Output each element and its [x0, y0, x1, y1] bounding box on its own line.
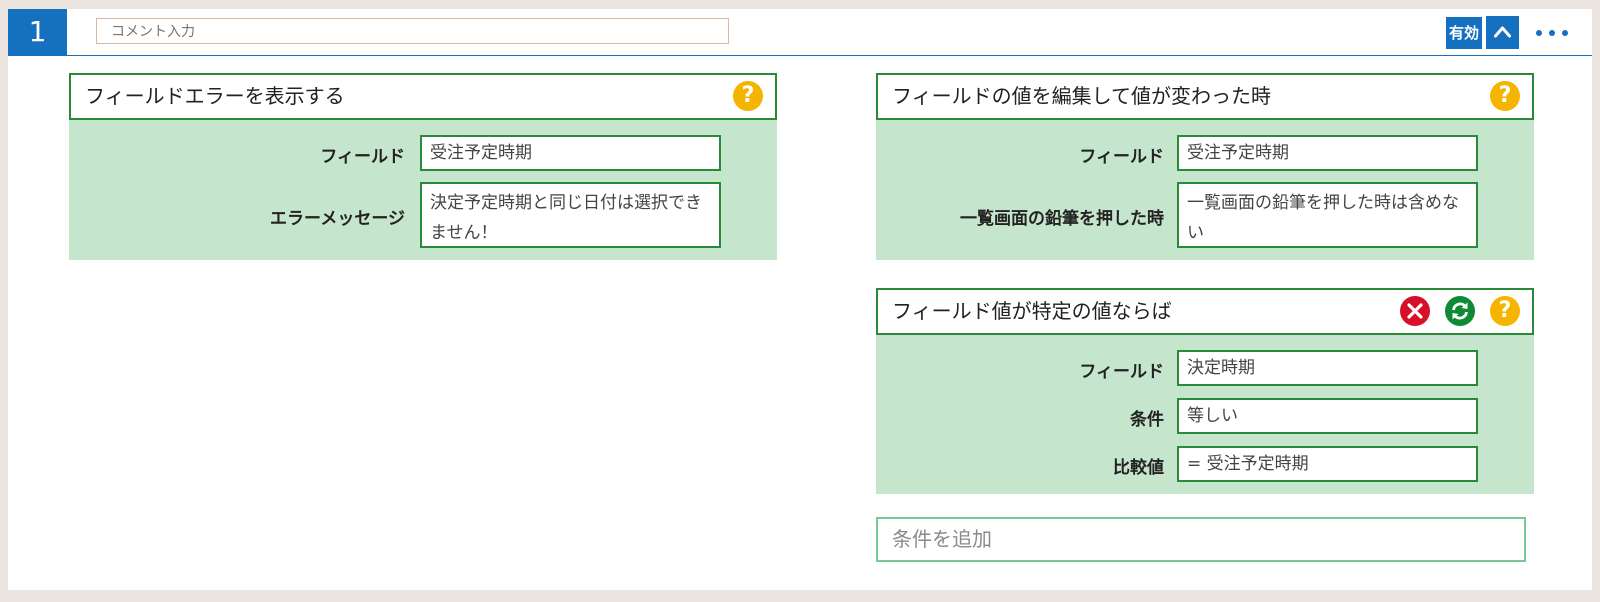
question-circle-icon[interactable]: ? [1490, 296, 1520, 326]
refresh-circle-icon[interactable] [1445, 296, 1475, 326]
field-label: フィールド [1079, 147, 1164, 167]
trigger-block-header: フィールドの値を編集して値が変わった時 [876, 73, 1534, 120]
trigger-block-body: フィールド 受注予定時期 一覧画面の鉛筆を押した時 一覧画面の鉛筆を押した時は含… [876, 120, 1534, 260]
condition-block: フィールド値が特定の値ならば ? フィールド 決定時期 条件 等しい 比較値 =… [876, 288, 1534, 504]
condition-block-body: フィールド 決定時期 条件 等しい 比較値 = 受注予定時期 [876, 335, 1534, 494]
question-circle-icon[interactable]: ? [733, 81, 763, 111]
chevron-up-icon [1494, 26, 1511, 38]
error-message-input[interactable]: 決定予定時期と同じ日付は選択できません！ [420, 182, 721, 248]
action-block: フィールドエラーを表示する ? フィールド 受注予定時期 エラーメッセージ 決定… [69, 73, 777, 260]
condition-block-header: フィールド値が特定の値ならば [876, 288, 1534, 335]
compare-value-select[interactable]: = 受注予定時期 [1177, 446, 1478, 482]
question-circle-icon[interactable]: ? [1490, 81, 1520, 111]
action-block-body: フィールド 受注予定時期 エラーメッセージ 決定予定時期と同じ日付は選択できませ… [69, 120, 777, 260]
action-title: フィールドエラーを表示する [85, 84, 345, 108]
add-condition-button[interactable]: 条件を追加 [876, 517, 1526, 562]
condition-title: フィールド値が特定の値ならば [892, 299, 1172, 323]
compare-value-label: 比較値 [1113, 458, 1164, 478]
trigger-title: フィールドの値を編集して値が変わった時 [892, 84, 1271, 108]
action-block-header: フィールドエラーを表示する [69, 73, 777, 120]
comment-input[interactable] [96, 18, 729, 44]
field-label: フィールド [1079, 362, 1164, 382]
close-circle-icon[interactable] [1400, 296, 1430, 326]
condition-label: 条件 [1130, 410, 1164, 430]
rule-number: 1 [8, 9, 67, 55]
rule-header: 1 有効 [8, 9, 1592, 56]
condition-select[interactable]: 等しい [1177, 398, 1478, 434]
pencil-option-select[interactable]: 一覧画面の鉛筆を押した時は含めない [1177, 182, 1478, 248]
field-select[interactable]: 決定時期 [1177, 350, 1478, 386]
trigger-block: フィールドの値を編集して値が変わった時 ? フィールド 受注予定時期 一覧画面の… [876, 73, 1534, 260]
field-label: フィールド [320, 147, 405, 167]
error-message-label: エラーメッセージ [270, 209, 405, 229]
enabled-toggle-button[interactable]: 有効 [1446, 17, 1482, 49]
ellipsis-icon [1536, 30, 1542, 36]
more-options-button[interactable] [1534, 23, 1570, 43]
field-select[interactable]: 受注予定時期 [420, 135, 721, 171]
rule-card: 1 有効 フィールドエラーを表示する ? フィールド 受注予定時期 エラーメッセ… [8, 9, 1592, 590]
collapse-button[interactable] [1486, 16, 1519, 49]
field-select[interactable]: 受注予定時期 [1177, 135, 1478, 171]
pencil-option-label: 一覧画面の鉛筆を押した時 [960, 209, 1164, 229]
